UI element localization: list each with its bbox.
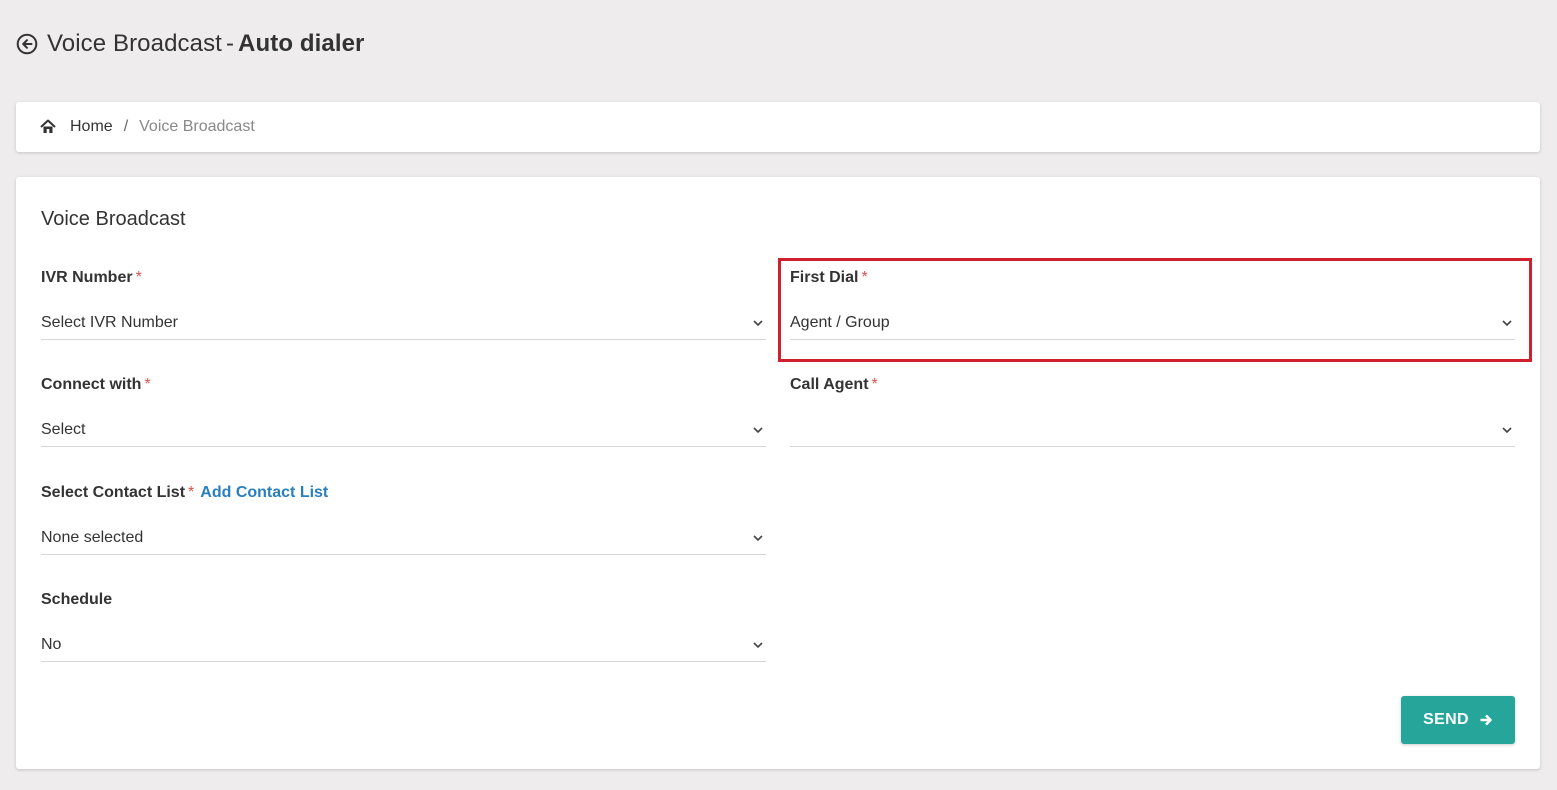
schedule-label: Schedule (41, 591, 113, 608)
required-mark: * (135, 269, 142, 286)
add-contact-list-link[interactable]: Add Contact List (200, 484, 328, 501)
contact-list-label-text: Select Contact List (41, 484, 186, 501)
connect-with-value: Select (41, 421, 86, 438)
call-agent-label-text: Call Agent (790, 376, 869, 393)
connect-with-select[interactable]: Select (41, 414, 766, 447)
page-header: Voice Broadcast - Auto dialer (16, 30, 364, 58)
page-title-separator: - (225, 30, 235, 57)
chevron-down-icon (752, 424, 764, 436)
contact-list-select[interactable]: None selected (41, 522, 766, 555)
ivr-number-label-text: IVR Number (41, 269, 133, 286)
chevron-down-icon (752, 317, 764, 329)
required-mark: * (871, 376, 878, 393)
contact-list-value: None selected (41, 529, 144, 546)
ivr-number-select[interactable]: Select IVR Number (41, 307, 766, 340)
chevron-down-icon (752, 532, 764, 544)
required-mark: * (861, 269, 868, 286)
schedule-value: No (41, 636, 62, 653)
first-dial-label: First Dial * (790, 269, 868, 287)
connect-with-label-text: Connect with (41, 376, 142, 393)
connect-with-label: Connect with * (41, 376, 151, 394)
chevron-down-icon (1501, 424, 1513, 436)
arrow-right-icon (1479, 713, 1493, 727)
required-mark: * (144, 376, 151, 393)
ivr-number-value: Select IVR Number (41, 314, 178, 331)
breadcrumb-home-link[interactable]: Home (70, 118, 113, 136)
breadcrumb-separator: / (123, 118, 129, 135)
page-title-main: Voice Broadcast (47, 30, 222, 57)
page-title-bold: Auto dialer (238, 30, 365, 57)
first-dial-select[interactable]: Agent / Group (790, 307, 1515, 340)
required-mark: * (188, 484, 195, 501)
page-title: Voice Broadcast - Auto dialer (47, 30, 364, 58)
chevron-down-icon (1501, 317, 1513, 329)
call-agent-label: Call Agent * (790, 376, 878, 394)
home-icon[interactable] (40, 119, 56, 135)
form-title: Voice Broadcast (41, 208, 186, 230)
back-arrow-icon[interactable] (16, 33, 38, 55)
send-button[interactable]: SEND (1401, 696, 1515, 744)
voice-broadcast-form: Voice Broadcast IVR Number * Select IVR N… (16, 177, 1540, 769)
contact-list-label: Select Contact List * Add Contact List (41, 484, 328, 502)
send-button-label: SEND (1423, 711, 1469, 728)
breadcrumb-current: Voice Broadcast (139, 118, 255, 135)
page: Voice Broadcast - Auto dialer Home / Voice… (0, 0, 1557, 790)
call-agent-select[interactable] (790, 414, 1515, 447)
ivr-number-label: IVR Number * (41, 269, 142, 287)
breadcrumb: Home / Voice Broadcast (16, 102, 1540, 152)
schedule-select[interactable]: No (41, 629, 766, 662)
first-dial-label-text: First Dial (790, 269, 859, 286)
chevron-down-icon (752, 639, 764, 651)
first-dial-value: Agent / Group (790, 314, 890, 331)
